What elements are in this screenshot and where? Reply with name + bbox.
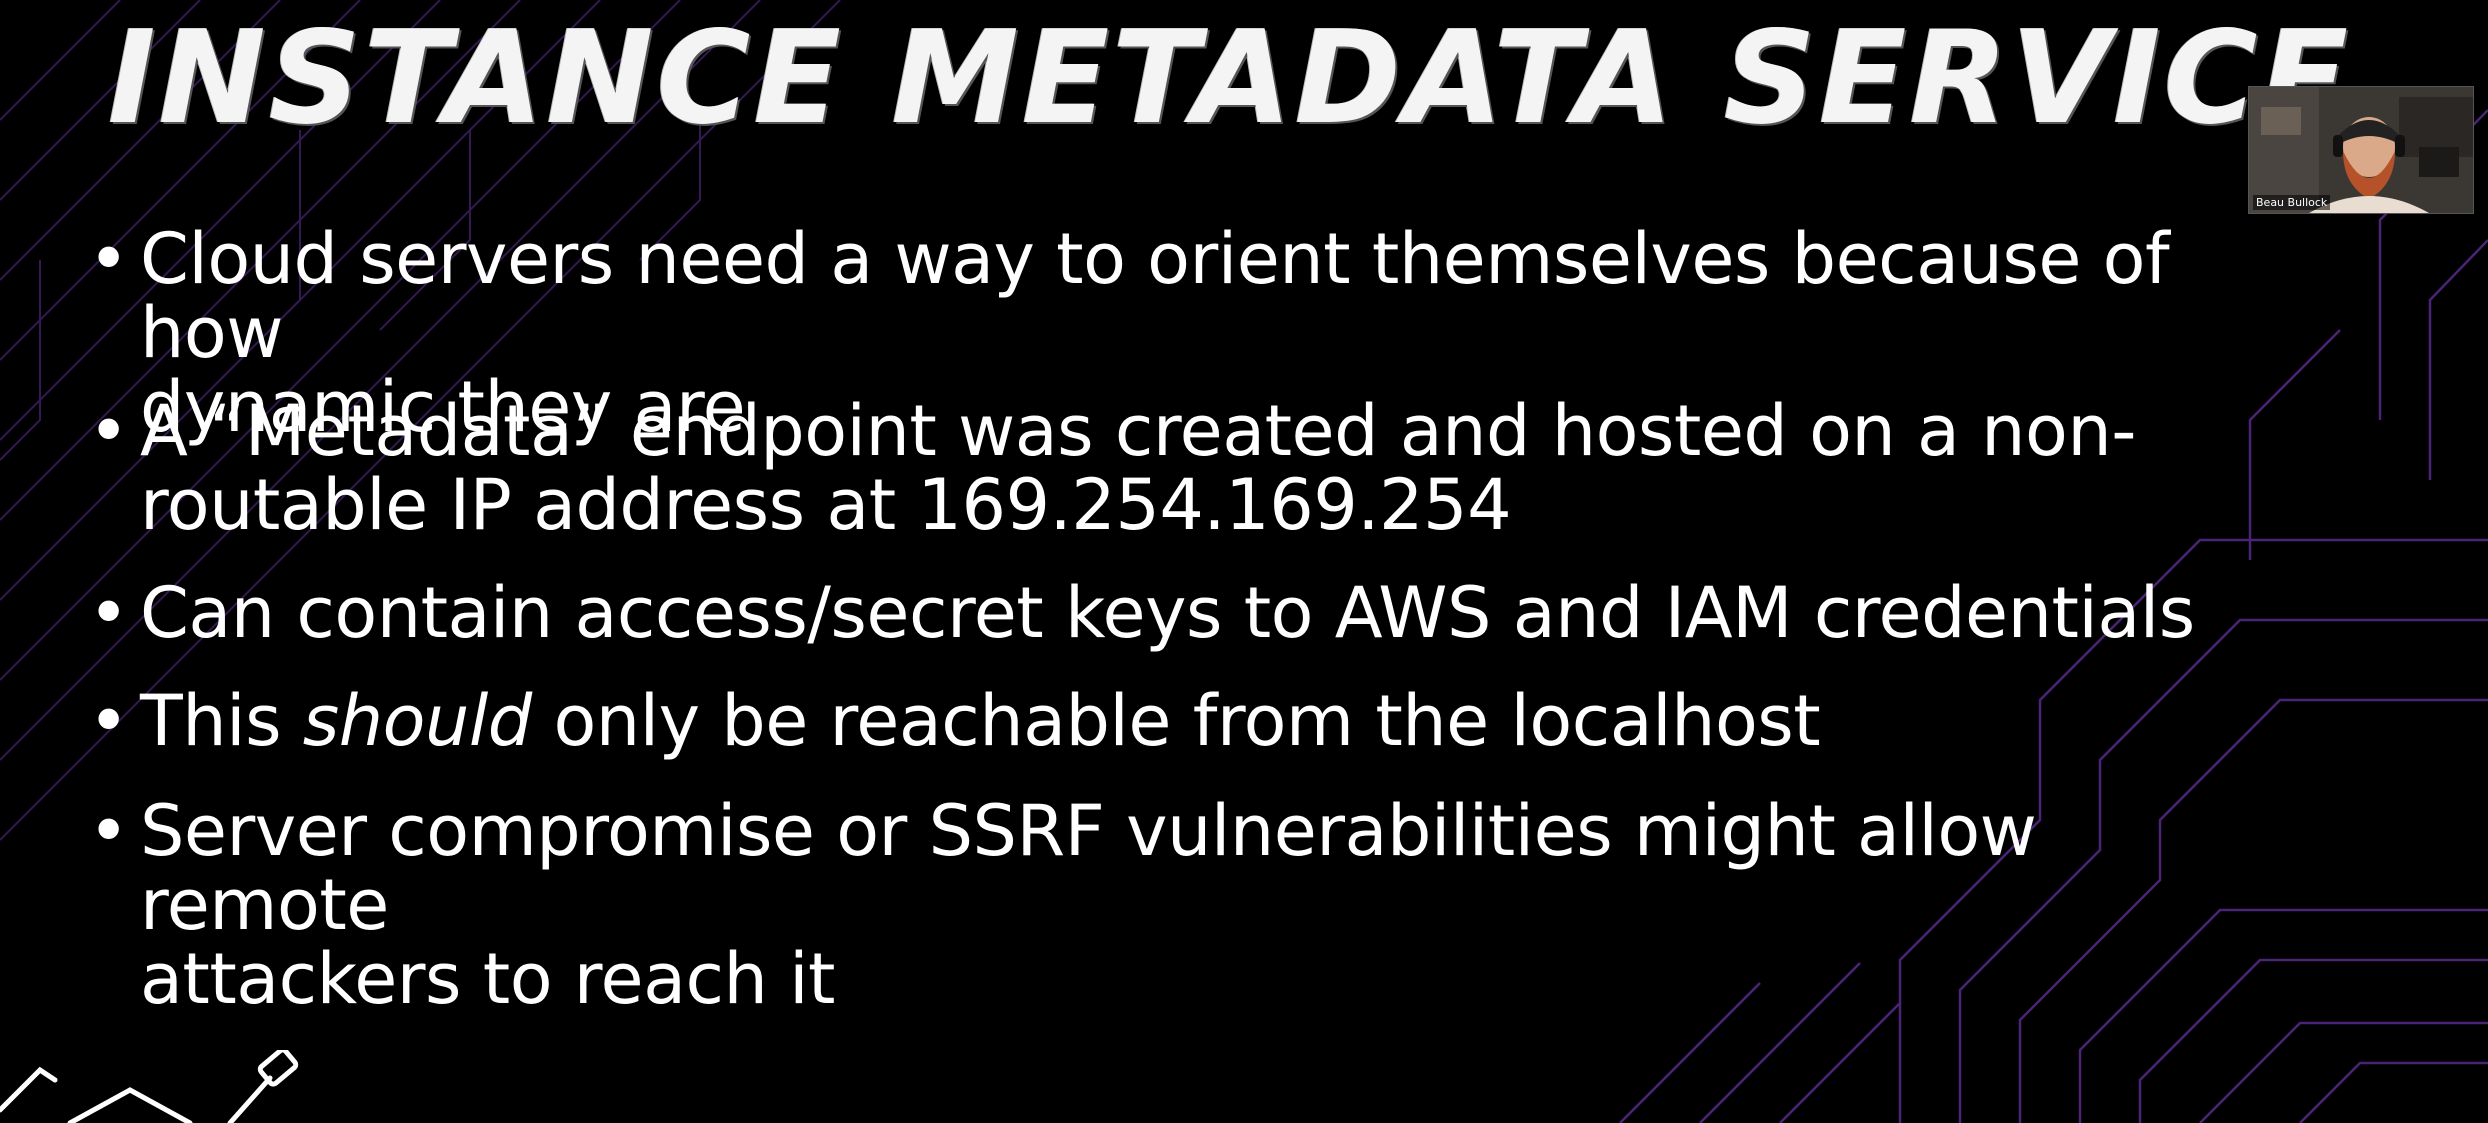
bullet-dot: •	[88, 218, 129, 300]
bullet-line: Cloud servers need a way to orient thems…	[140, 218, 2170, 374]
bullet-text: This	[140, 680, 303, 762]
slide-title: INSTANCE METADATA SERVICE	[108, 4, 2351, 153]
bullet-item: • Can contain access/secret keys to AWS …	[88, 576, 2195, 650]
slide: INSTANCE METADATA SERVICE Beau Bullock •…	[0, 0, 2488, 1123]
bullet-line: routable IP address at 169.254.169.254	[140, 464, 1512, 546]
bullet-line: Can contain access/secret keys to AWS an…	[140, 572, 2195, 654]
bullet-list: • Cloud servers need a way to orient the…	[88, 218, 2288, 1016]
bullet-line: Server compromise or SSRF vulnerabilitie…	[140, 790, 2037, 946]
bullet-dot: •	[88, 680, 129, 762]
bullet-item: • A “Metadata” endpoint was created and …	[88, 390, 2137, 546]
webcam-thumbnail[interactable]: Beau Bullock	[2248, 86, 2474, 214]
bullet-item: • Server compromise or SSRF vulnerabilit…	[88, 794, 2288, 1016]
bullet-line: attackers to reach it	[140, 938, 836, 1020]
bullet-dot: •	[88, 572, 129, 654]
bullet-dot: •	[88, 390, 129, 472]
tools-icon	[0, 1050, 299, 1123]
bullet-line: This should only be reachable from the l…	[140, 684, 1821, 758]
bullet-emphasis: should	[302, 680, 532, 762]
webcam-name-label: Beau Bullock	[2253, 195, 2331, 210]
bullet-line: A “Metadata” endpoint was created and ho…	[140, 390, 2137, 472]
bullet-item: • This should only be reachable from the…	[88, 680, 1821, 762]
bullet-dot: •	[88, 790, 129, 872]
bullet-text: only be reachable from the localhost	[531, 680, 1821, 762]
